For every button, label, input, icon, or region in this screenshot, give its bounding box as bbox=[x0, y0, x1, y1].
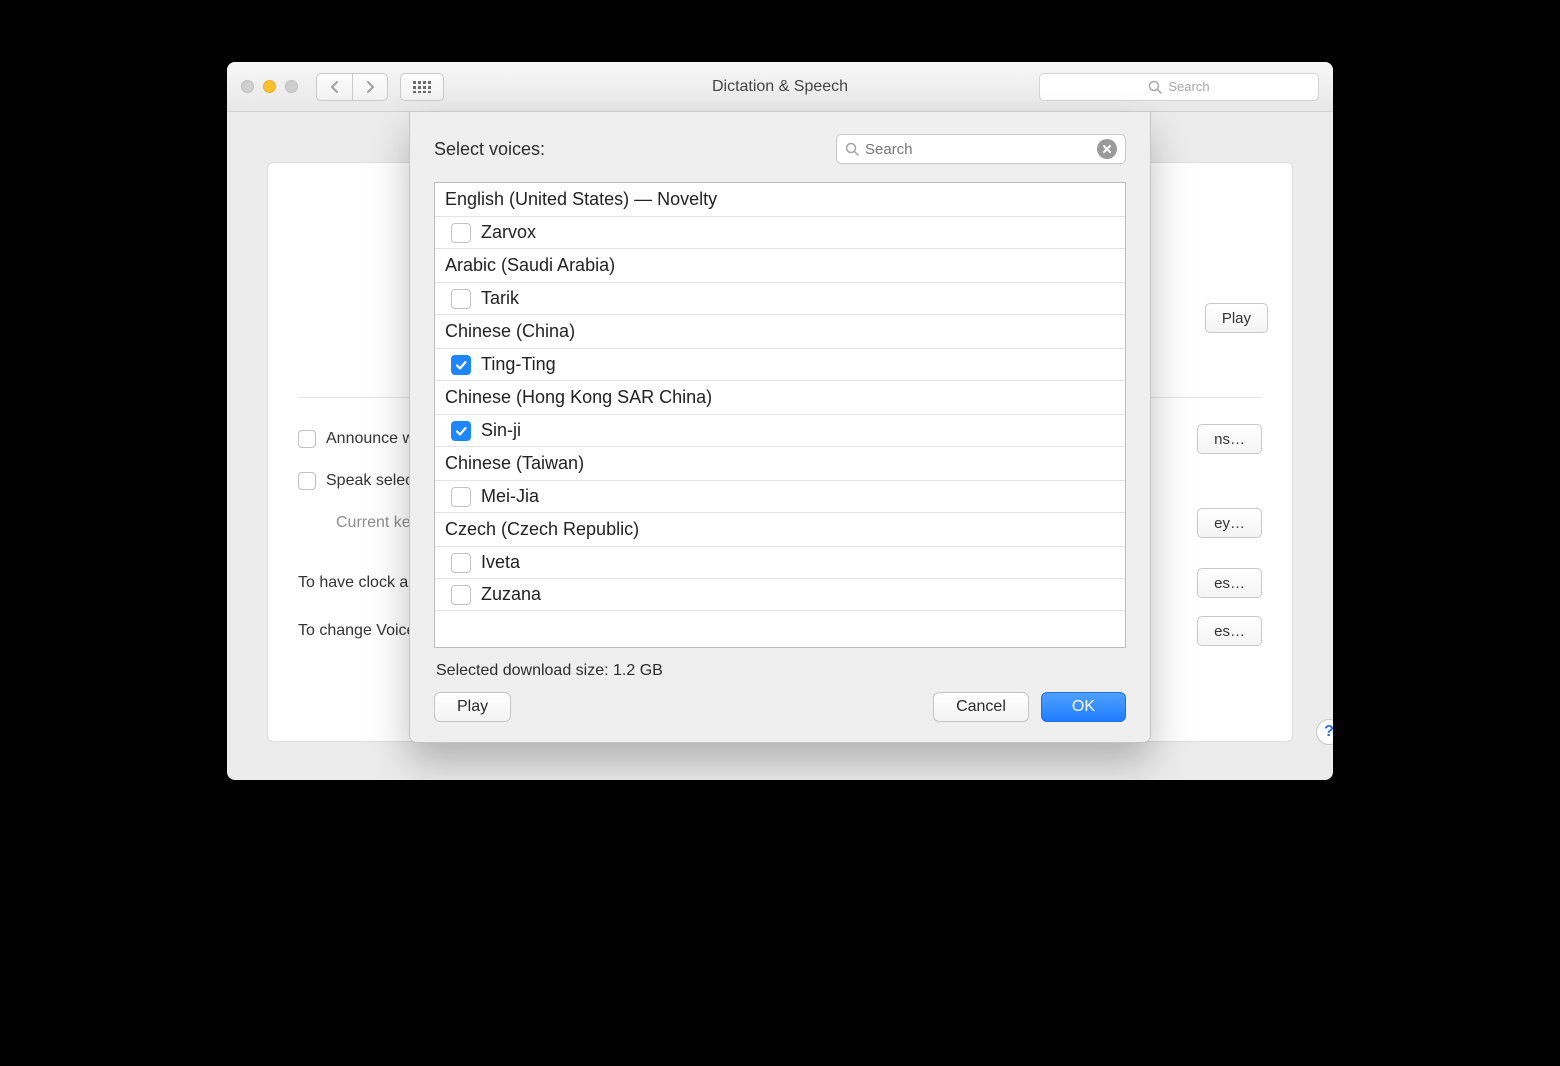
voice-group-header: Chinese (Taiwan) bbox=[435, 447, 1125, 481]
voice-item[interactable]: Sin-ji bbox=[435, 415, 1125, 447]
select-voices-sheet: Select voices: English (United States) —… bbox=[409, 112, 1151, 743]
voice-item[interactable]: Mei-Jia bbox=[435, 481, 1125, 513]
search-icon bbox=[845, 142, 859, 156]
voice-name: Mei-Jia bbox=[481, 486, 539, 507]
voice-checkbox[interactable] bbox=[451, 487, 471, 507]
voice-item[interactable]: Iveta bbox=[435, 547, 1125, 579]
voices-search-input[interactable] bbox=[865, 141, 1091, 158]
preferences-window: Dictation & Speech Search Play Announce … bbox=[227, 62, 1333, 780]
voice-name: Sin-ji bbox=[481, 420, 521, 441]
voice-group-header: Arabic (Saudi Arabia) bbox=[435, 249, 1125, 283]
show-all-button[interactable] bbox=[400, 73, 444, 101]
back-button[interactable] bbox=[316, 73, 352, 101]
voice-checkbox[interactable] bbox=[451, 553, 471, 573]
nav-buttons bbox=[316, 73, 388, 101]
voice-checkbox[interactable] bbox=[451, 355, 471, 375]
ok-button[interactable]: OK bbox=[1041, 692, 1126, 722]
change-key-button[interactable]: ey… bbox=[1197, 508, 1262, 538]
download-size-label: Selected download size: 1.2 GB bbox=[436, 662, 1126, 680]
play-voice-button[interactable]: Play bbox=[434, 692, 511, 722]
forward-button[interactable] bbox=[352, 73, 388, 101]
check-icon bbox=[454, 358, 468, 372]
voice-name: Tarik bbox=[481, 288, 519, 309]
close-icon bbox=[1102, 144, 1112, 154]
voices-list[interactable]: English (United States) — Novelty Zarvox A… bbox=[434, 182, 1126, 648]
toolbar-search-placeholder: Search bbox=[1168, 79, 1209, 94]
toolbar-search[interactable]: Search bbox=[1039, 73, 1319, 101]
help-button[interactable]: ? bbox=[1316, 719, 1333, 745]
sheet-title: Select voices: bbox=[434, 139, 545, 160]
voice-item[interactable]: Zarvox bbox=[435, 217, 1125, 249]
minimize-window-button[interactable] bbox=[263, 80, 276, 93]
clock-settings-button[interactable]: es… bbox=[1197, 568, 1262, 598]
grid-icon bbox=[413, 81, 431, 93]
check-icon bbox=[454, 424, 468, 438]
voice-item[interactable]: Ting-Ting bbox=[435, 349, 1125, 381]
voice-checkbox[interactable] bbox=[451, 223, 471, 243]
voice-item[interactable]: Tarik bbox=[435, 283, 1125, 315]
voice-group-header: English (United States) — Novelty bbox=[435, 183, 1125, 217]
voiceover-settings-button[interactable]: es… bbox=[1197, 616, 1262, 646]
voice-name: Ting-Ting bbox=[481, 354, 556, 375]
voice-name: Zarvox bbox=[481, 222, 536, 243]
speak-selected-checkbox[interactable] bbox=[298, 472, 316, 490]
search-icon bbox=[1148, 80, 1162, 94]
voice-checkbox[interactable] bbox=[451, 289, 471, 309]
play-preview-button[interactable]: Play bbox=[1205, 303, 1268, 333]
voice-name: Iveta bbox=[481, 552, 520, 573]
window-controls bbox=[241, 80, 298, 93]
cancel-button[interactable]: Cancel bbox=[933, 692, 1029, 722]
sheet-button-row: Play Cancel OK bbox=[434, 692, 1126, 722]
voice-group-header: Chinese (China) bbox=[435, 315, 1125, 349]
announce-options-button[interactable]: ns… bbox=[1197, 424, 1262, 454]
voice-group-header: Czech (Czech Republic) bbox=[435, 513, 1125, 547]
voice-checkbox[interactable] bbox=[451, 585, 471, 605]
zoom-window-button[interactable] bbox=[285, 80, 298, 93]
announce-alerts-checkbox[interactable] bbox=[298, 430, 316, 448]
close-window-button[interactable] bbox=[241, 80, 254, 93]
voices-search[interactable] bbox=[836, 134, 1126, 164]
titlebar: Dictation & Speech Search bbox=[227, 62, 1333, 112]
clear-search-button[interactable] bbox=[1097, 139, 1117, 159]
voice-group-header: Chinese (Hong Kong SAR China) bbox=[435, 381, 1125, 415]
voice-checkbox[interactable] bbox=[451, 421, 471, 441]
voice-item[interactable]: Zuzana bbox=[435, 579, 1125, 611]
sheet-header: Select voices: bbox=[434, 134, 1126, 164]
voice-name: Zuzana bbox=[481, 584, 541, 605]
